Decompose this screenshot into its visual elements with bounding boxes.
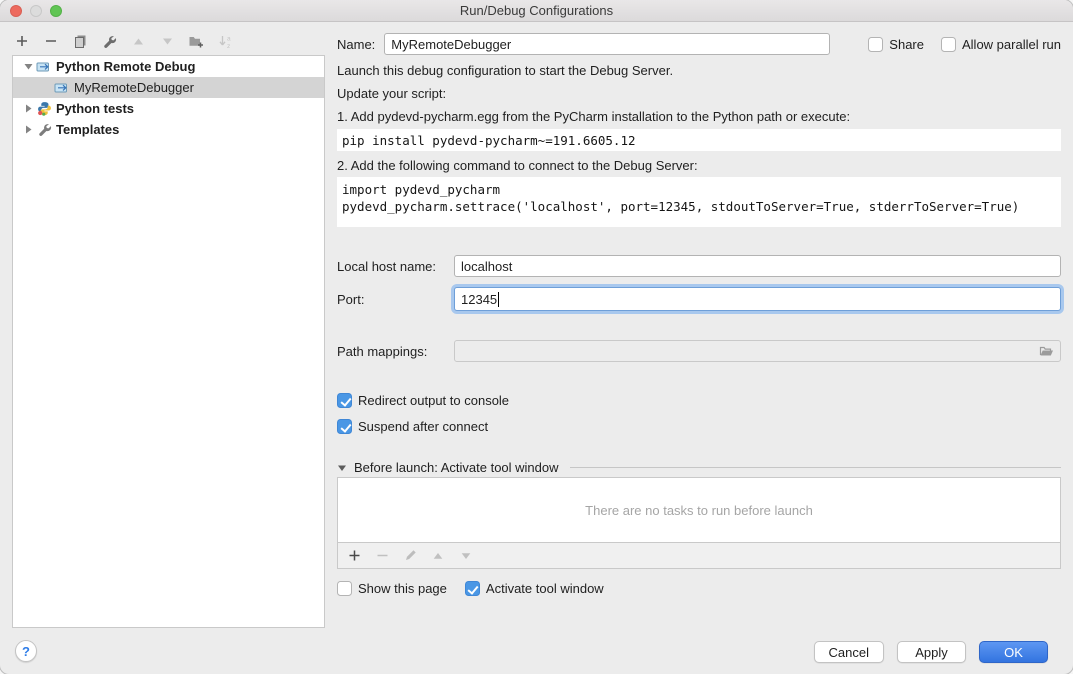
cancel-button[interactable]: Cancel: [814, 641, 884, 663]
local-host-input[interactable]: [454, 255, 1061, 277]
page-options-row: Show this page Activate tool window: [337, 581, 1061, 596]
local-host-label: Local host name:: [337, 259, 454, 274]
move-up-button[interactable]: [130, 33, 146, 49]
copy-configuration-button[interactable]: [72, 33, 88, 49]
tree-item-label: Templates: [56, 122, 119, 137]
collapse-arrow-icon[interactable]: [21, 61, 35, 72]
plus-icon: [348, 549, 361, 562]
collapse-arrow-icon[interactable]: [337, 463, 347, 473]
empty-tasks-message: There are no tasks to run before launch: [585, 503, 813, 518]
tree-item-python-remote-debug[interactable]: Python Remote Debug: [13, 56, 324, 77]
suspend-after-connect-checkbox[interactable]: Suspend after connect: [337, 419, 1061, 434]
checkbox-box[interactable]: [337, 419, 352, 434]
pip-install-command: pip install pydevd-pycharm~=191.6605.12: [337, 129, 1061, 151]
name-input[interactable]: [384, 33, 830, 55]
instruction-line-1: Launch this debug configuration to start…: [337, 63, 1061, 79]
show-this-page-checkbox[interactable]: Show this page: [337, 581, 447, 596]
code-line-2: pydevd_pycharm.settrace('localhost', por…: [342, 199, 1019, 214]
templates-wrench-icon: [35, 122, 53, 137]
new-folder-icon: [188, 34, 204, 48]
run-debug-configurations-dialog: Run/Debug Configurations: [0, 0, 1073, 674]
text-caret: [498, 292, 499, 307]
plus-icon: [15, 34, 29, 48]
arrow-down-icon: [460, 550, 472, 562]
instruction-step-1: 1. Add pydevd-pycharm.egg from the PyCha…: [337, 109, 1061, 125]
section-divider: [570, 467, 1061, 468]
tree-item-label: Python tests: [56, 101, 134, 116]
edit-task-button[interactable]: [402, 548, 418, 564]
checkbox-box[interactable]: [941, 37, 956, 52]
move-task-down-button[interactable]: [458, 548, 474, 564]
before-launch-task-list[interactable]: There are no tasks to run before launch: [337, 477, 1061, 543]
remove-configuration-button[interactable]: [43, 33, 59, 49]
path-mappings-label: Path mappings:: [337, 344, 454, 359]
arrow-down-icon: [161, 35, 174, 48]
sort-configurations-button[interactable]: a z: [217, 33, 233, 49]
edit-defaults-button[interactable]: [101, 33, 117, 49]
apply-button[interactable]: Apply: [897, 641, 966, 663]
allow-parallel-run-checkbox[interactable]: Allow parallel run: [941, 37, 1061, 52]
checkbox-box[interactable]: [337, 393, 352, 408]
instruction-step-2: 2. Add the following command to connect …: [337, 158, 1061, 174]
tree-item-templates[interactable]: Templates: [13, 119, 324, 140]
move-down-button[interactable]: [159, 33, 175, 49]
pencil-icon: [404, 549, 417, 562]
checkbox-box[interactable]: [868, 37, 883, 52]
port-input[interactable]: 12345: [454, 287, 1061, 311]
name-row: Name: Share Allow parallel run: [337, 33, 1061, 55]
configurations-toolbar: a z: [14, 33, 233, 49]
title-bar: Run/Debug Configurations: [0, 0, 1073, 22]
arrow-up-icon: [432, 550, 444, 562]
add-task-button[interactable]: [346, 548, 362, 564]
sort-az-icon: a z: [218, 34, 233, 49]
port-row: Port: 12345: [337, 288, 1061, 310]
port-label: Port:: [337, 292, 454, 307]
path-mappings-row: Path mappings:: [337, 340, 1061, 362]
python-tests-icon: [35, 101, 53, 116]
add-configuration-button[interactable]: [14, 33, 30, 49]
expand-arrow-icon[interactable]: [21, 103, 35, 114]
before-launch-header[interactable]: Before launch: Activate tool window: [337, 460, 1061, 475]
copy-icon: [73, 34, 88, 49]
remote-debug-config-icon: [53, 81, 71, 95]
open-folder-icon[interactable]: [1039, 344, 1055, 358]
window-title: Run/Debug Configurations: [0, 3, 1073, 18]
question-mark-icon: ?: [22, 644, 30, 659]
minus-icon: [376, 549, 389, 562]
dialog-buttons: Cancel Apply OK: [814, 641, 1048, 663]
wrench-icon: [102, 34, 117, 49]
remote-debug-config-icon: [35, 60, 53, 74]
tree-item-python-tests[interactable]: Python tests: [13, 98, 324, 119]
arrow-up-icon: [132, 35, 145, 48]
svg-text:z: z: [227, 43, 230, 49]
path-mappings-input[interactable]: [454, 340, 1061, 362]
instruction-line-2: Update your script:: [337, 86, 1061, 102]
create-folder-button[interactable]: [188, 33, 204, 49]
expand-arrow-icon[interactable]: [21, 124, 35, 135]
help-button[interactable]: ?: [15, 640, 37, 662]
checkbox-box[interactable]: [337, 581, 352, 596]
configuration-settings-panel: Name: Share Allow parallel run Launch th…: [337, 28, 1061, 596]
svg-text:a: a: [227, 35, 231, 42]
local-host-row: Local host name:: [337, 255, 1061, 277]
share-checkbox[interactable]: Share: [868, 37, 924, 52]
ok-button[interactable]: OK: [979, 641, 1048, 663]
redirect-output-checkbox[interactable]: Redirect output to console: [337, 393, 1061, 408]
tree-item-label: MyRemoteDebugger: [74, 80, 194, 95]
before-launch-toolbar: [337, 543, 1061, 569]
tree-item-label: Python Remote Debug: [56, 59, 195, 74]
name-label: Name:: [337, 37, 375, 52]
minus-icon: [44, 34, 58, 48]
port-value: 12345: [461, 292, 497, 307]
tree-item-myremotedebugger[interactable]: MyRemoteDebugger: [13, 77, 324, 98]
configurations-tree: Python Remote Debug MyRemoteDebugger: [12, 55, 325, 628]
checkbox-box[interactable]: [465, 581, 480, 596]
move-task-up-button[interactable]: [430, 548, 446, 564]
code-line-1: import pydevd_pycharm: [342, 182, 500, 197]
remove-task-button[interactable]: [374, 548, 390, 564]
settrace-code-snippet: import pydevd_pycharm pydevd_pycharm.set…: [337, 177, 1061, 227]
before-launch-title: Before launch: Activate tool window: [354, 460, 559, 475]
activate-tool-window-checkbox[interactable]: Activate tool window: [465, 581, 604, 596]
